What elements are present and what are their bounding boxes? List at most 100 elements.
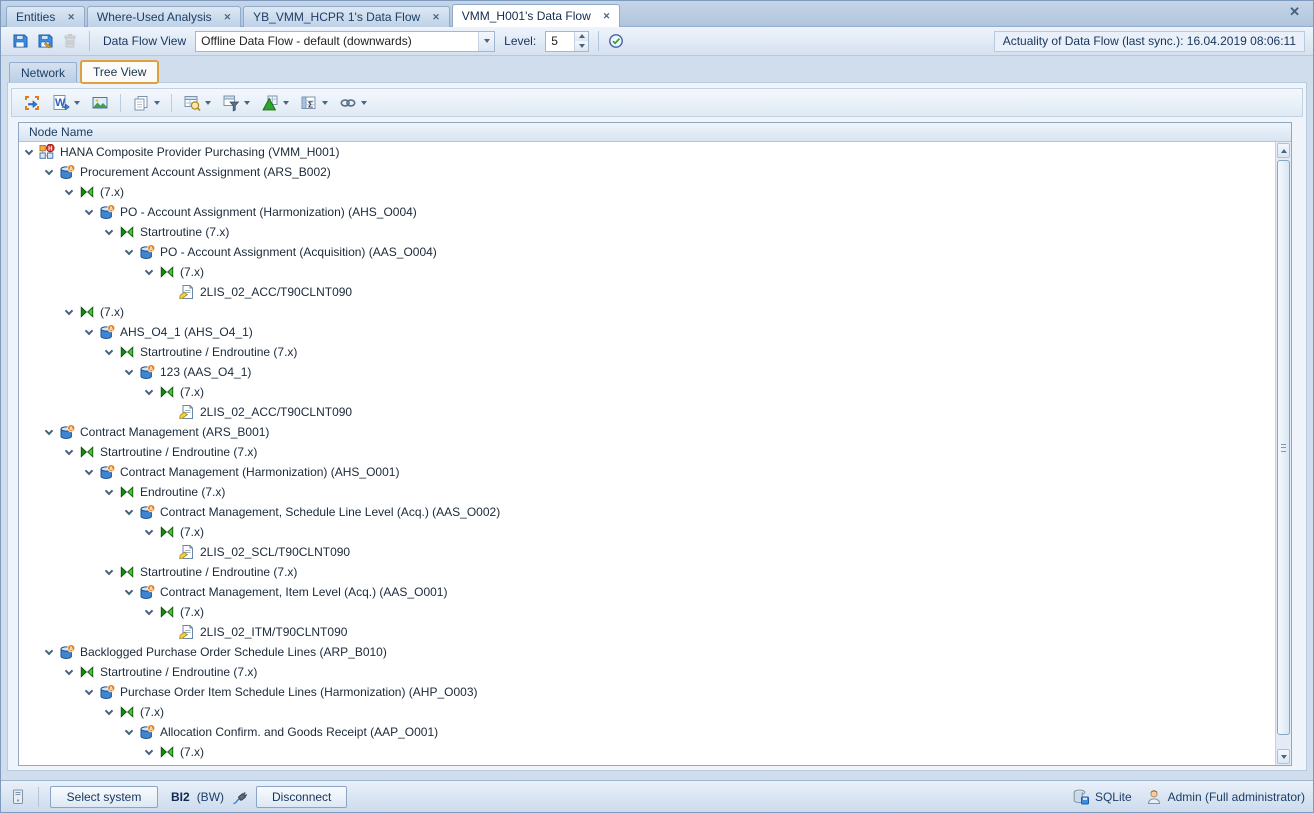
word-export-button[interactable]: W — [48, 92, 84, 114]
tree-node-row[interactable]: AContract Management (ARS_B001) — [19, 422, 1275, 442]
close-tab-icon[interactable]: ✕ — [432, 12, 440, 23]
close-icon[interactable]: ✕ — [1280, 4, 1309, 24]
scrollbar-thumb[interactable] — [1277, 160, 1290, 735]
chevron-down-icon[interactable] — [61, 444, 77, 460]
chevron-down-icon[interactable] — [205, 101, 211, 105]
tree-node-row[interactable]: AContract Management, Item Level (Acq.) … — [19, 582, 1275, 602]
chevron-down-icon[interactable] — [141, 744, 157, 760]
chevron-down-icon[interactable] — [121, 504, 137, 520]
chevron-down-icon[interactable] — [101, 704, 117, 720]
tree-node-row[interactable]: (7.x) — [19, 302, 1275, 322]
vertical-scrollbar[interactable] — [1275, 142, 1291, 765]
save-button[interactable] — [9, 31, 30, 52]
chevron-down-icon[interactable] — [41, 644, 57, 660]
chevron-down-icon[interactable] — [41, 424, 57, 440]
tree-node-row[interactable]: (7.x) — [19, 182, 1275, 202]
copy-button[interactable] — [128, 92, 164, 114]
document-tab[interactable]: YB_VMM_HCPR 1's Data Flow✕ — [243, 6, 450, 27]
tree-node-row[interactable]: (7.x) — [19, 702, 1275, 722]
level-stepper[interactable]: 5 — [545, 31, 589, 52]
tree-node-row[interactable]: (7.x) — [19, 382, 1275, 402]
link-button[interactable] — [335, 92, 371, 114]
filter-button[interactable] — [218, 92, 254, 114]
sync-check-icon[interactable] — [608, 33, 624, 49]
image-button[interactable] — [87, 92, 113, 114]
chevron-down-icon[interactable] — [121, 244, 137, 260]
chevron-down-icon[interactable] — [41, 164, 57, 180]
spin-up-icon[interactable] — [575, 32, 588, 42]
tree-node-row[interactable]: 2LIS_02_ACC/T90CLNT090 — [19, 282, 1275, 302]
chevron-down-icon[interactable] — [141, 604, 157, 620]
tree-node-row[interactable]: A123 (AAS_O4_1) — [19, 362, 1275, 382]
tree-node-row[interactable]: (7.x) — [19, 262, 1275, 282]
tree-node-row[interactable]: (7.x) — [19, 602, 1275, 622]
chevron-down-icon[interactable] — [154, 101, 160, 105]
spin-down-icon[interactable] — [575, 41, 588, 51]
chevron-down-icon[interactable] — [81, 464, 97, 480]
tree-node-row[interactable]: AContract Management (Harmonization) (AH… — [19, 462, 1275, 482]
tree-grid-button[interactable] — [257, 92, 293, 114]
view-tab-tree-view[interactable]: Tree View — [80, 60, 159, 84]
tree-node-row[interactable]: AContract Management, Schedule Line Leve… — [19, 502, 1275, 522]
tree-node-row[interactable]: AProcurement Account Assignment (ARS_B00… — [19, 162, 1275, 182]
chevron-down-icon[interactable] — [61, 184, 77, 200]
document-tab[interactable]: Where-Used Analysis✕ — [87, 6, 241, 27]
tree-node-row[interactable]: (7.x) — [19, 522, 1275, 542]
tree-node-row[interactable]: Startroutine / Endroutine (7.x) — [19, 562, 1275, 582]
chevron-down-icon[interactable] — [141, 524, 157, 540]
select-system-button[interactable]: Select system — [50, 786, 158, 808]
disconnect-button[interactable]: Disconnect — [256, 786, 347, 808]
chevron-down-icon[interactable] — [283, 101, 289, 105]
chevron-down-icon[interactable] — [81, 324, 97, 340]
document-tab[interactable]: VMM_H001's Data Flow✕ — [452, 4, 621, 27]
tree-node-row[interactable]: APurchase Order Item Schedule Lines (Har… — [19, 682, 1275, 702]
chevron-down-icon[interactable] — [121, 724, 137, 740]
tree-node-row[interactable]: Startroutine (7.x) — [19, 222, 1275, 242]
tree-node-row[interactable]: HHANA Composite Provider Purchasing (VMM… — [19, 142, 1275, 162]
open-editor-button[interactable] — [19, 92, 45, 114]
chevron-down-icon[interactable] — [101, 344, 117, 360]
tree-node-row[interactable]: Startroutine / Endroutine (7.x) — [19, 342, 1275, 362]
chevron-down-icon[interactable] — [81, 204, 97, 220]
tree-node-row[interactable]: 2LIS_02_ITM/T90CLNT090 — [19, 622, 1275, 642]
tree-node-row[interactable]: (7.x) — [19, 742, 1275, 762]
chevron-down-icon[interactable] — [478, 32, 494, 51]
search-grid-button[interactable] — [179, 92, 215, 114]
scroll-down-icon[interactable] — [1277, 749, 1290, 764]
chevron-down-icon[interactable] — [322, 101, 328, 105]
chevron-down-icon[interactable] — [141, 264, 157, 280]
tree-node-row[interactable]: Endroutine (7.x) — [19, 482, 1275, 502]
chevron-down-icon[interactable] — [101, 484, 117, 500]
tree-node-row[interactable]: Startroutine / Endroutine (7.x) — [19, 442, 1275, 462]
data-flow-select[interactable]: Offline Data Flow - default (downwards) — [195, 31, 495, 52]
view-tab-network[interactable]: Network — [9, 62, 77, 82]
chevron-down-icon[interactable] — [121, 364, 137, 380]
summary-button[interactable]: Σ — [296, 92, 332, 114]
chevron-down-icon[interactable] — [244, 101, 250, 105]
chevron-down-icon[interactable] — [121, 584, 137, 600]
close-tab-icon[interactable]: ✕ — [67, 12, 75, 23]
chevron-down-icon[interactable] — [101, 564, 117, 580]
chevron-down-icon[interactable] — [61, 664, 77, 680]
chevron-down-icon[interactable] — [141, 384, 157, 400]
tree-node-row[interactable]: APO - Account Assignment (Acquisition) (… — [19, 242, 1275, 262]
close-tab-icon[interactable]: ✕ — [603, 11, 611, 22]
tree-node-row[interactable]: 2LIS_02_ACC/T90CLNT090 — [19, 402, 1275, 422]
chevron-down-icon[interactable] — [21, 144, 37, 160]
chevron-down-icon[interactable] — [101, 224, 117, 240]
tree-node-row[interactable]: ABacklogged Purchase Order Schedule Line… — [19, 642, 1275, 662]
chevron-down-icon[interactable] — [74, 101, 80, 105]
close-tab-icon[interactable]: ✕ — [224, 12, 232, 23]
document-tab[interactable]: Entities✕ — [6, 6, 85, 27]
tree-node-row[interactable]: AAllocation Confirm. and Goods Receipt (… — [19, 722, 1275, 742]
tree-node-row[interactable]: 2LIS_02_SCL/T90CLNT090 — [19, 542, 1275, 562]
tree-node-row[interactable]: Startroutine / Endroutine (7.x) — [19, 662, 1275, 682]
chevron-down-icon[interactable] — [361, 101, 367, 105]
scroll-up-icon[interactable] — [1277, 143, 1290, 158]
column-header-node-name[interactable]: Node Name — [19, 123, 1291, 142]
save-as-button[interactable] — [34, 31, 55, 52]
tree-node-row[interactable]: APO - Account Assignment (Harmonization)… — [19, 202, 1275, 222]
tree-node-row[interactable]: AAHS_O4_1 (AHS_O4_1) — [19, 322, 1275, 342]
chevron-down-icon[interactable] — [81, 684, 97, 700]
chevron-down-icon[interactable] — [61, 304, 77, 320]
